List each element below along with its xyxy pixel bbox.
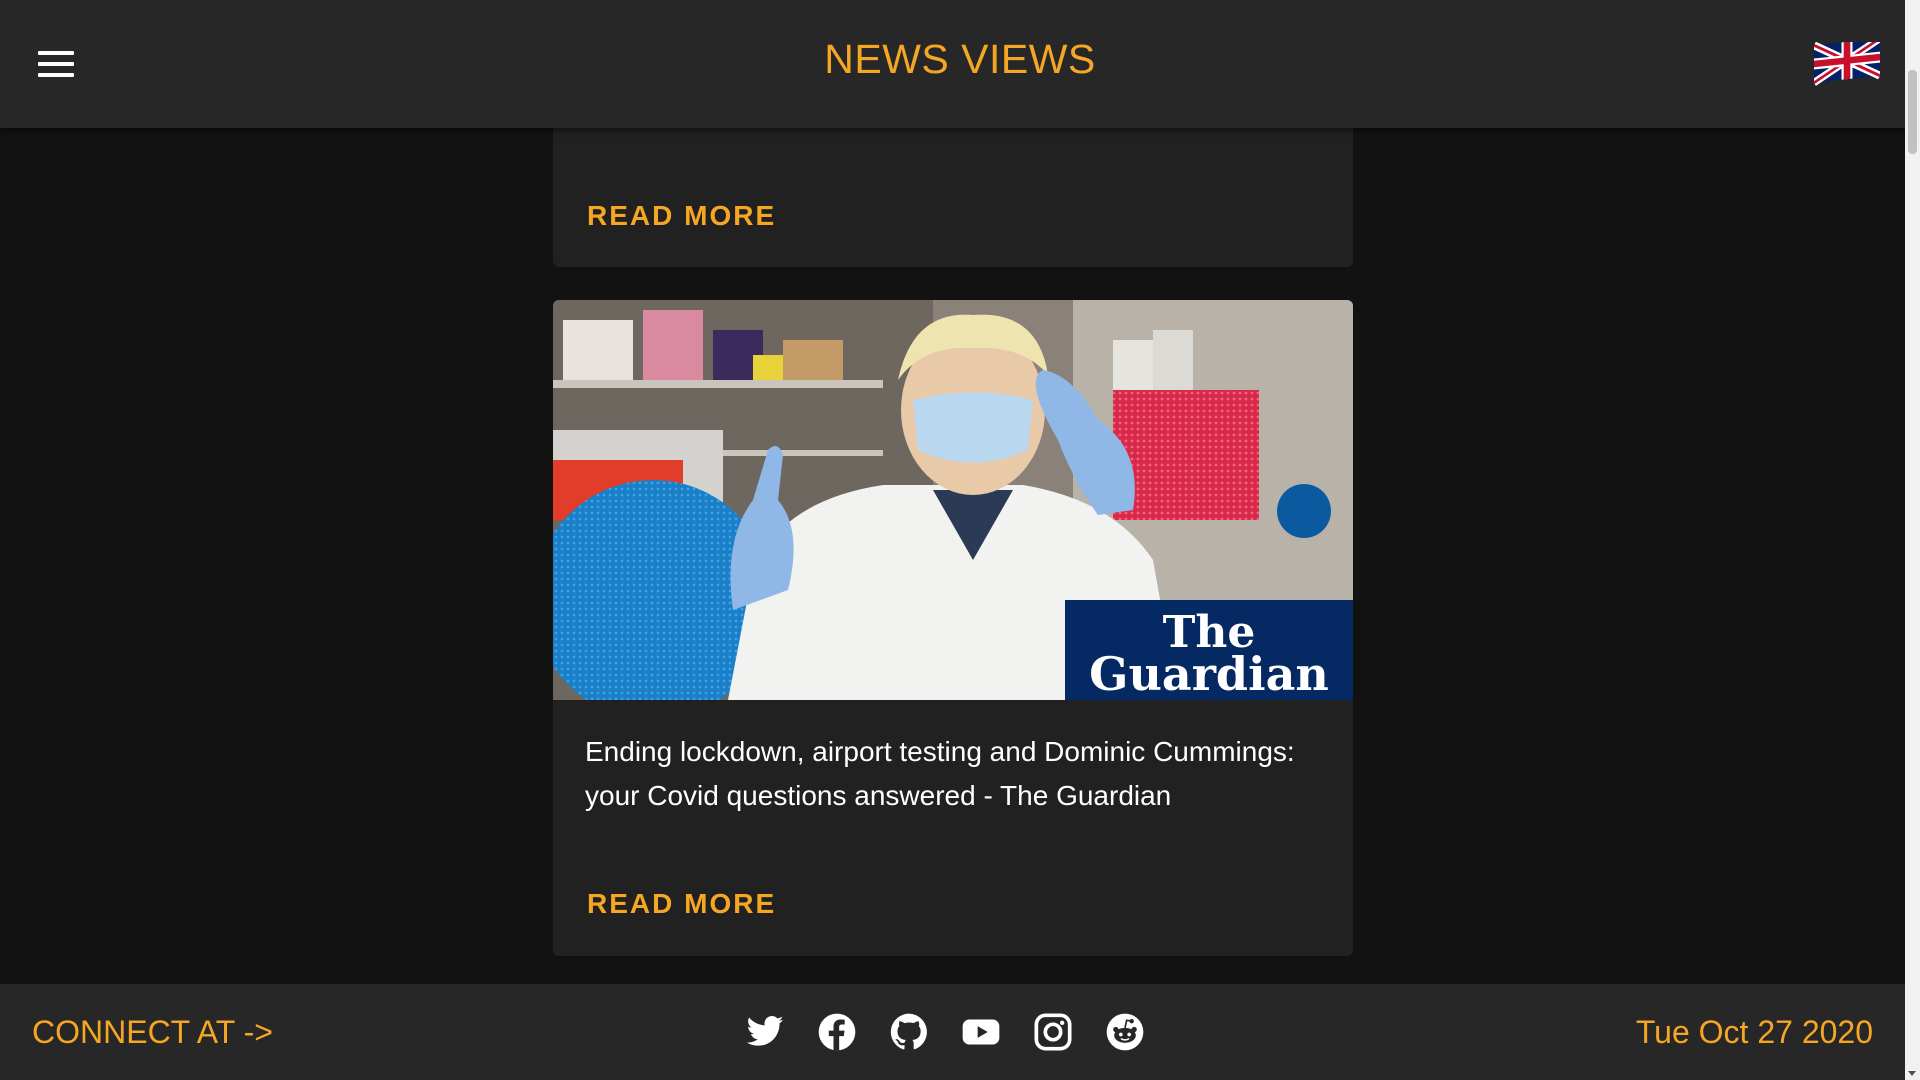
site-title[interactable]: NEWS VIEWS (0, 36, 1920, 83)
news-photo[interactable]: The Guardian (553, 300, 1353, 700)
article-title[interactable]: Ending lockdown, airport testing and Dom… (585, 730, 1325, 818)
connect-label: CONNECT AT -> (32, 1014, 273, 1050)
read-more-link[interactable]: READ MORE (587, 888, 776, 920)
app-footer: CONNECT AT -> Tue Oct 27 2020 (0, 984, 1905, 1080)
reddit-icon[interactable] (1105, 1012, 1145, 1052)
badge-line-2: Guardian (1089, 647, 1329, 700)
current-date: Tue Oct 27 2020 (1635, 1014, 1873, 1050)
youtube-icon[interactable] (961, 1012, 1001, 1052)
twitter-icon[interactable] (745, 1012, 785, 1052)
github-icon[interactable] (889, 1012, 929, 1052)
read-more-link[interactable]: READ MORE (587, 200, 776, 232)
scroll-down-icon[interactable] (1908, 1071, 1916, 1076)
scrollbar-thumb[interactable] (1908, 70, 1917, 154)
article-card: The Guardian Ending lockdown, airport te… (553, 300, 1353, 956)
app-header: NEWS VIEWS (0, 0, 1905, 128)
uk-flag-icon[interactable] (1814, 42, 1880, 86)
facebook-icon[interactable] (817, 1012, 857, 1052)
social-links (745, 1012, 1145, 1052)
page-scrollbar[interactable] (1905, 0, 1920, 1080)
instagram-icon[interactable] (1033, 1012, 1073, 1052)
